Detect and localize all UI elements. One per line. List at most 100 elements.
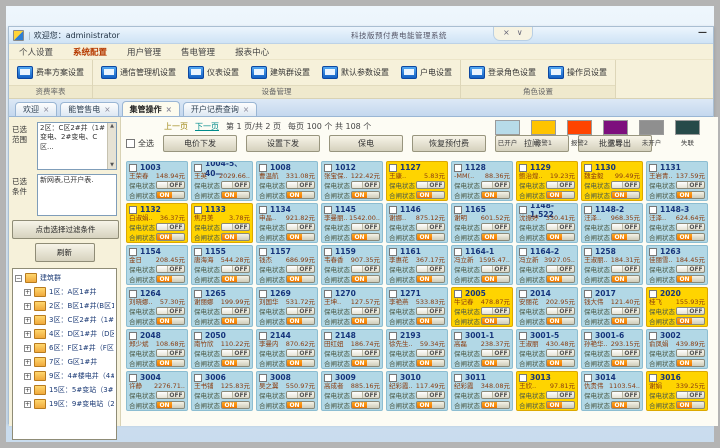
room-card[interactable]: 3011纪彩霞348.08元保电状态OFF合闸状态ON [451, 371, 513, 411]
baodian-toggle[interactable]: OFF [286, 391, 315, 399]
tree-item[interactable]: +7区：G区1#井 [24, 355, 114, 369]
baodian-toggle[interactable]: OFF [676, 307, 705, 315]
baodian-toggle[interactable]: OFF [481, 391, 510, 399]
checkbox-icon[interactable] [259, 248, 267, 256]
baodian-toggle[interactable]: OFF [416, 391, 445, 399]
hezha-toggle[interactable]: ON [221, 233, 250, 241]
hezha-toggle[interactable]: ON [481, 233, 510, 241]
hezha-toggle[interactable]: ON [546, 233, 575, 241]
room-card[interactable]: 3014仇贵伟1103.54..保电状态OFF合闸状态ON [581, 371, 643, 411]
minimize-button[interactable]: — [698, 28, 707, 38]
checkbox-icon[interactable] [259, 290, 267, 298]
menu-tab[interactable]: 报表中心 [235, 46, 269, 58]
tree-item[interactable]: +9区：4#楼电井（4#楼... [24, 369, 114, 383]
hezha-toggle[interactable]: ON [286, 317, 315, 325]
baodian-toggle[interactable]: OFF [676, 223, 705, 231]
hezha-toggle[interactable]: ON [416, 359, 445, 367]
room-card[interactable]: 1269刘国华531.72元保电状态OFF合闸状态ON [256, 287, 318, 327]
expand-icon[interactable]: + [24, 331, 31, 338]
checkbox-icon[interactable] [259, 332, 267, 340]
room-card[interactable]: 3010纪彩霞..117.49元保电状态OFF合闸状态ON [386, 371, 448, 411]
room-card[interactable]: 1128-MM(..88.36元保电状态OFF合闸状态ON [451, 161, 513, 201]
expand-icon[interactable]: + [24, 387, 31, 394]
baodian-toggle[interactable]: OFF [351, 265, 380, 273]
hezha-toggle[interactable]: ON [351, 275, 380, 283]
baodian-toggle[interactable]: OFF [286, 265, 315, 273]
expand-icon[interactable]: + [24, 345, 31, 352]
hezha-toggle[interactable]: ON [481, 317, 510, 325]
ribbon-toggle[interactable]: × ∨ [493, 27, 533, 41]
baodian-toggle[interactable]: OFF [156, 181, 185, 189]
ribbon-button[interactable]: 费率方案设置 [17, 66, 84, 79]
baodian-toggle[interactable]: OFF [351, 181, 380, 189]
baodian-toggle[interactable]: OFF [481, 181, 510, 189]
room-card[interactable]: 1146谢娜..875.12元保电状态OFF合闸状态ON [386, 203, 448, 243]
room-card[interactable]: 1127王康..5.83元保电状态OFF合闸状态ON [386, 161, 448, 201]
hezha-toggle[interactable]: ON [676, 191, 705, 199]
action-button[interactable]: 电价下发 [163, 135, 237, 152]
baodian-toggle[interactable]: OFF [546, 307, 575, 315]
menu-tab[interactable]: 系统配置 [73, 46, 107, 58]
hezha-toggle[interactable]: ON [156, 359, 185, 367]
checkbox-icon[interactable] [324, 332, 332, 340]
baodian-toggle[interactable]: OFF [546, 391, 575, 399]
checkbox-icon[interactable] [519, 206, 527, 214]
baodian-toggle[interactable]: OFF [286, 223, 315, 231]
refresh-button[interactable]: 刷新 [35, 243, 95, 262]
checkbox-icon[interactable] [389, 290, 397, 298]
ribbon-button[interactable]: 建筑群设置 [251, 66, 310, 79]
baodian-toggle[interactable]: OFF [546, 265, 575, 273]
hezha-toggle[interactable]: ON [546, 317, 575, 325]
hezha-toggle[interactable]: ON [546, 191, 575, 199]
ribbon-button[interactable]: 登录角色设置 [469, 66, 536, 79]
hezha-toggle[interactable]: ON [676, 233, 705, 241]
baodian-toggle[interactable]: OFF [221, 307, 250, 315]
hezha-toggle[interactable]: ON [286, 233, 315, 241]
hezha-toggle[interactable]: ON [546, 275, 575, 283]
hezha-toggle[interactable]: ON [416, 191, 445, 199]
checkbox-icon[interactable] [194, 374, 202, 382]
action-button[interactable]: 设置下发 [246, 135, 320, 152]
expand-icon[interactable]: + [24, 317, 31, 324]
checkbox-icon[interactable] [649, 206, 657, 214]
close-icon[interactable]: × [43, 105, 49, 114]
checkbox-icon[interactable] [519, 248, 527, 256]
baodian-toggle[interactable]: OFF [416, 181, 445, 189]
room-card[interactable]: 2020桂飞155.93元保电状态OFF合闸状态ON [646, 287, 708, 327]
hezha-toggle[interactable]: ON [221, 275, 250, 283]
checkbox-icon[interactable] [194, 332, 202, 340]
prev-page-link[interactable]: 上一页 [164, 121, 188, 132]
room-card[interactable]: 1270王坤..127.57元保电状态OFF合闸状态ON [321, 287, 383, 327]
hezha-toggle[interactable]: ON [286, 359, 315, 367]
hezha-toggle[interactable]: ON [546, 401, 575, 409]
baodian-toggle[interactable]: OFF [481, 307, 510, 315]
expand-icon[interactable]: + [24, 373, 31, 380]
baodian-toggle[interactable]: OFF [221, 181, 250, 189]
checkbox-icon[interactable] [454, 206, 462, 214]
room-card[interactable]: 1271李艳燕533.83元保电状态OFF合闸状态ON [386, 287, 448, 327]
menu-tab[interactable]: 个人设置 [19, 46, 53, 58]
checkbox-icon[interactable] [259, 374, 267, 382]
hezha-toggle[interactable]: ON [156, 401, 185, 409]
hezha-toggle[interactable]: ON [416, 401, 445, 409]
tree-item[interactable]: +6区：F区1#井（F区1#... [24, 341, 114, 355]
doc-tab[interactable]: 集管操作× [122, 101, 180, 116]
checkbox-icon[interactable] [519, 290, 527, 298]
baodian-toggle[interactable]: OFF [416, 265, 445, 273]
room-card[interactable]: 3008吴之翼550.97元保电状态OFF合闸状态ON [256, 371, 318, 411]
checkbox-icon[interactable] [584, 290, 592, 298]
hezha-toggle[interactable]: ON [481, 191, 510, 199]
checkbox-icon[interactable] [649, 248, 657, 256]
room-card[interactable]: 1165谢明601.52元保电状态OFF合闸状态ON [451, 203, 513, 243]
room-card[interactable]: 2193徐先生..59.34元保电状态OFF合闸状态ON [386, 329, 448, 369]
checkbox-icon[interactable] [389, 164, 397, 172]
checkbox-icon[interactable] [324, 248, 332, 256]
checkbox-icon[interactable] [584, 206, 592, 214]
checkbox-icon[interactable] [389, 248, 397, 256]
hezha-toggle[interactable]: ON [351, 191, 380, 199]
baodian-toggle[interactable]: OFF [676, 181, 705, 189]
baodian-toggle[interactable]: OFF [611, 223, 640, 231]
tree-item[interactable]: +15区：5#变站（3#变... [24, 383, 114, 397]
checkbox-icon[interactable] [584, 374, 592, 382]
checkbox-icon[interactable] [129, 332, 137, 340]
